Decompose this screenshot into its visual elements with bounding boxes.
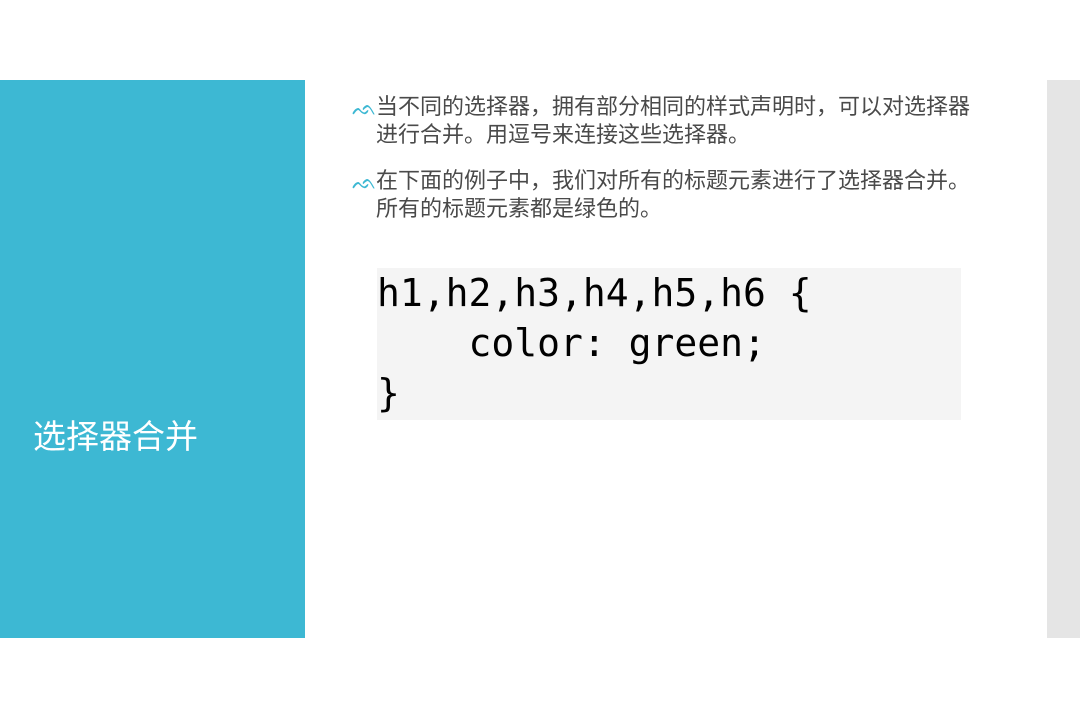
bullet-item: ᨒ 当不同的选择器，拥有部分相同的样式声明时，可以对选择器进行合并。用逗号来连接…	[352, 94, 982, 150]
right-decorative-strip	[1047, 80, 1080, 638]
bullet-text: 当不同的选择器，拥有部分相同的样式声明时，可以对选择器进行合并。用逗号来连接这些…	[376, 95, 971, 148]
code-line: h1,h2,h3,h4,h5,h6 {	[377, 271, 812, 315]
ornamental-bullet-icon: ᨒ	[352, 170, 377, 194]
code-line: color: green;	[377, 321, 766, 365]
bullet-item: ᨒ 在下面的例子中，我们对所有的标题元素进行了选择器合并。所有的标题元素都是绿色…	[352, 168, 982, 224]
code-example: h1,h2,h3,h4,h5,h6 { color: green;}	[377, 268, 961, 420]
slide-title: 选择器合并	[33, 417, 198, 456]
code-line: }	[377, 371, 400, 415]
ornamental-bullet-icon: ᨒ	[352, 96, 377, 120]
bullet-text: 在下面的例子中，我们对所有的标题元素进行了选择器合并。所有的标题元素都是绿色的。	[376, 169, 971, 222]
title-panel: 选择器合并	[0, 80, 305, 638]
bullet-list: ᨒ 当不同的选择器，拥有部分相同的样式声明时，可以对选择器进行合并。用逗号来连接…	[352, 94, 982, 242]
